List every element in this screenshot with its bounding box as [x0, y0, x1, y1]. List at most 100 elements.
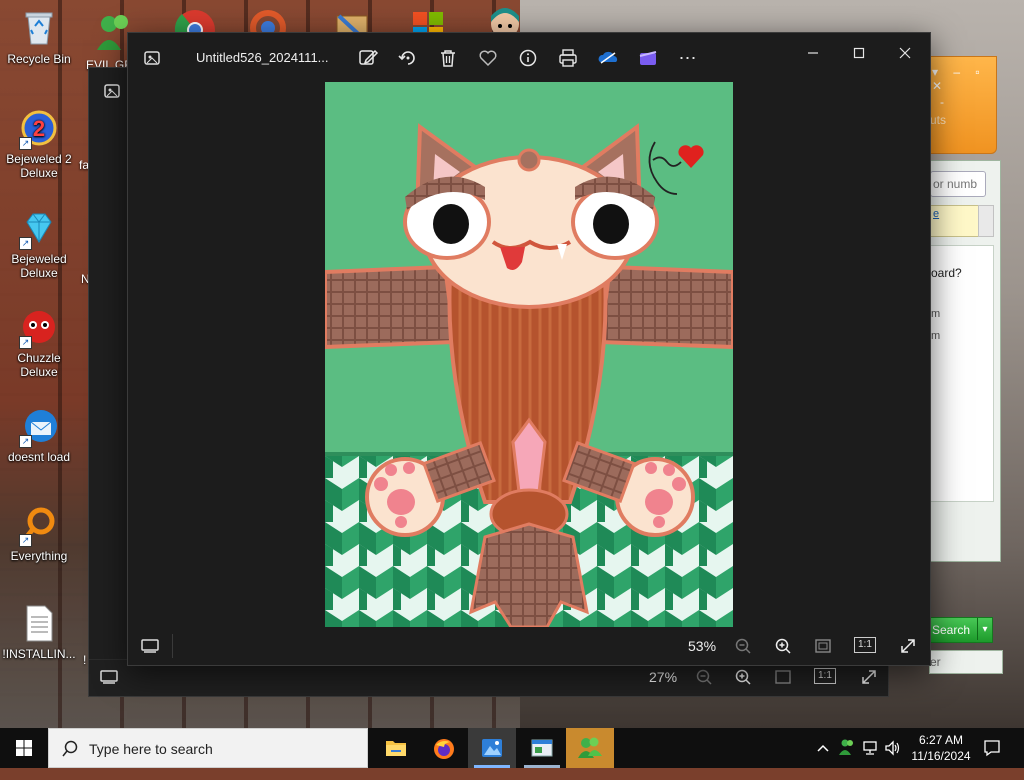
more-icon[interactable]: ⋯ — [677, 47, 699, 69]
desktop-icon-recycle-bin[interactable]: Recycle Bin — [1, 8, 77, 66]
side-app-footer: er — [929, 650, 1003, 674]
clipchamp-icon[interactable] — [637, 47, 659, 69]
desktop-icon-doesnt-load[interactable]: ↗ doesnt load — [1, 406, 77, 464]
side-app-search-label: Search — [932, 623, 971, 637]
side-app-search-placeholder: or numb — [933, 177, 978, 191]
divider — [172, 634, 173, 658]
fullscreen-icon[interactable] — [860, 668, 878, 691]
svg-text:2: 2 — [33, 116, 45, 141]
shortcut-arrow-icon: ↗ — [19, 237, 32, 250]
shortcut-arrow-icon: ↗ — [19, 534, 32, 547]
zoom-level: 27% — [649, 669, 678, 685]
side-app-link[interactable]: e — [933, 208, 939, 220]
shortcut-arrow-icon: ↗ — [19, 435, 32, 448]
desktop-icon-installing[interactable]: !INSTALLIN... — [1, 603, 77, 661]
onedrive-icon[interactable] — [597, 47, 619, 69]
taskbar-app-photos[interactable] — [468, 728, 516, 768]
network-icon[interactable] — [862, 739, 880, 779]
fit-icon[interactable] — [814, 638, 832, 659]
desktop-icon-bejeweled[interactable]: ↗ Bejeweled Deluxe — [1, 208, 77, 280]
actual-size-icon[interactable]: 1:1 — [814, 668, 836, 684]
side-app-panel: or numb e oard? m m — [929, 160, 1001, 562]
fullscreen-icon[interactable] — [899, 637, 917, 660]
photos-window-front[interactable]: Untitled526_2024111... ⋯ 53% 1:1 — [127, 32, 931, 666]
shortcut-arrow-icon: ↗ — [19, 336, 32, 349]
zoom-in-icon[interactable] — [734, 668, 752, 691]
side-app-text: m — [931, 308, 941, 320]
rotate-icon[interactable] — [397, 47, 419, 69]
bejeweled2-icon: 2 ↗ — [19, 108, 59, 150]
delete-icon[interactable] — [437, 47, 459, 69]
side-app-text: er — [930, 655, 941, 669]
fit-icon[interactable] — [774, 669, 792, 690]
document-icon — [19, 603, 59, 643]
photos-bottom-bar: 53% 1:1 — [128, 627, 930, 665]
maximize-icon — [853, 47, 865, 59]
info-icon[interactable] — [517, 47, 539, 69]
taskbar-app-window[interactable] — [518, 728, 566, 768]
photos-title: Untitled526_2024111... — [196, 50, 329, 65]
desktop-icon-label: Chuzzle Deluxe — [17, 351, 61, 379]
photos-icon — [482, 739, 502, 757]
minimize-icon — [808, 52, 818, 54]
start-button[interactable] — [0, 728, 48, 768]
volume-icon[interactable] — [884, 739, 902, 779]
desktop-icon-label: Bejeweled 2 Deluxe — [6, 152, 72, 180]
print-icon[interactable] — [557, 47, 579, 69]
taskbar-search-placeholder: Type here to search — [89, 741, 213, 757]
side-app-search-input[interactable]: or numb — [930, 171, 986, 197]
favorite-icon[interactable] — [477, 47, 499, 69]
zoom-in-icon[interactable] — [774, 637, 792, 660]
tray-overflow-icon[interactable] — [815, 740, 831, 780]
side-app-window[interactable]: ▾ ‒ ▫ ✕ - uts or numb e oard? m m Search… — [929, 56, 1024, 676]
everything-icon: ↗ — [19, 505, 59, 547]
taskbar-app-file-explorer[interactable] — [372, 728, 420, 768]
desktop-icon-label: doesnt load — [7, 450, 71, 464]
desktop-icon-chuzzle[interactable]: ↗ Chuzzle Deluxe — [1, 307, 77, 379]
thunderbird-icon: ↗ — [19, 406, 59, 448]
side-app-notice: e — [930, 205, 980, 237]
side-app-text: m — [931, 330, 941, 342]
side-app-text: oard? — [931, 266, 962, 280]
desktop-icon-label: Everything — [10, 549, 68, 563]
side-app-search-button[interactable]: Search ▾ — [929, 617, 993, 643]
search-icon — [62, 740, 78, 757]
zoom-level: 53% — [688, 638, 717, 654]
close-icon — [899, 47, 911, 59]
zoom-out-icon[interactable] — [734, 637, 752, 660]
windows-logo-icon — [16, 740, 32, 756]
taskbar-clock[interactable]: 6:27 AM 11/16/2024 — [902, 732, 980, 764]
filmstrip-icon[interactable] — [140, 638, 160, 659]
artwork-image — [325, 82, 733, 627]
photos-titlebar[interactable]: Untitled526_2024111... ⋯ — [128, 33, 930, 83]
side-app-window-controls[interactable]: ▾ ‒ ▫ ✕ — [932, 65, 996, 93]
actual-size-icon[interactable]: 1:1 — [854, 637, 876, 653]
tray-messenger-icon[interactable] — [838, 738, 856, 778]
taskbar-search-box[interactable]: Type here to search — [48, 728, 368, 768]
filmstrip-icon[interactable] — [99, 669, 119, 690]
edit-icon[interactable] — [357, 47, 379, 69]
desktop-icon-bejeweled2[interactable]: 2 ↗ Bejeweled 2 Deluxe — [1, 108, 77, 180]
desktop-icon-everything[interactable]: ↗ Everything — [1, 505, 77, 563]
taskbar-app-firefox[interactable] — [420, 728, 468, 768]
window-icon — [531, 739, 553, 757]
close-button[interactable] — [885, 41, 925, 71]
bejeweled-icon: ↗ — [19, 208, 59, 250]
maximize-button[interactable] — [839, 41, 879, 71]
photos-app-icon[interactable] — [141, 47, 163, 69]
chuzzle-icon: ↗ — [19, 307, 59, 349]
minimize-button[interactable] — [793, 41, 833, 71]
clock-time: 6:27 AM — [918, 733, 964, 747]
taskbar: Type here to search 6:27 AM 11/16/2024 — [0, 728, 1024, 768]
photos-app-icon[interactable] — [101, 80, 123, 102]
taskbar-app-messenger[interactable] — [566, 728, 614, 768]
messenger-icon — [578, 737, 602, 758]
firefox-icon — [434, 739, 454, 759]
side-app-text: uts — [930, 113, 947, 127]
side-app-content: oard? m m — [930, 245, 994, 502]
notifications-icon[interactable] — [982, 738, 1002, 778]
photo-canvas[interactable] — [325, 82, 733, 627]
chevron-down-icon[interactable]: ▾ — [977, 618, 992, 640]
side-app-scrollbar[interactable] — [978, 205, 994, 237]
zoom-out-icon[interactable] — [695, 668, 713, 691]
